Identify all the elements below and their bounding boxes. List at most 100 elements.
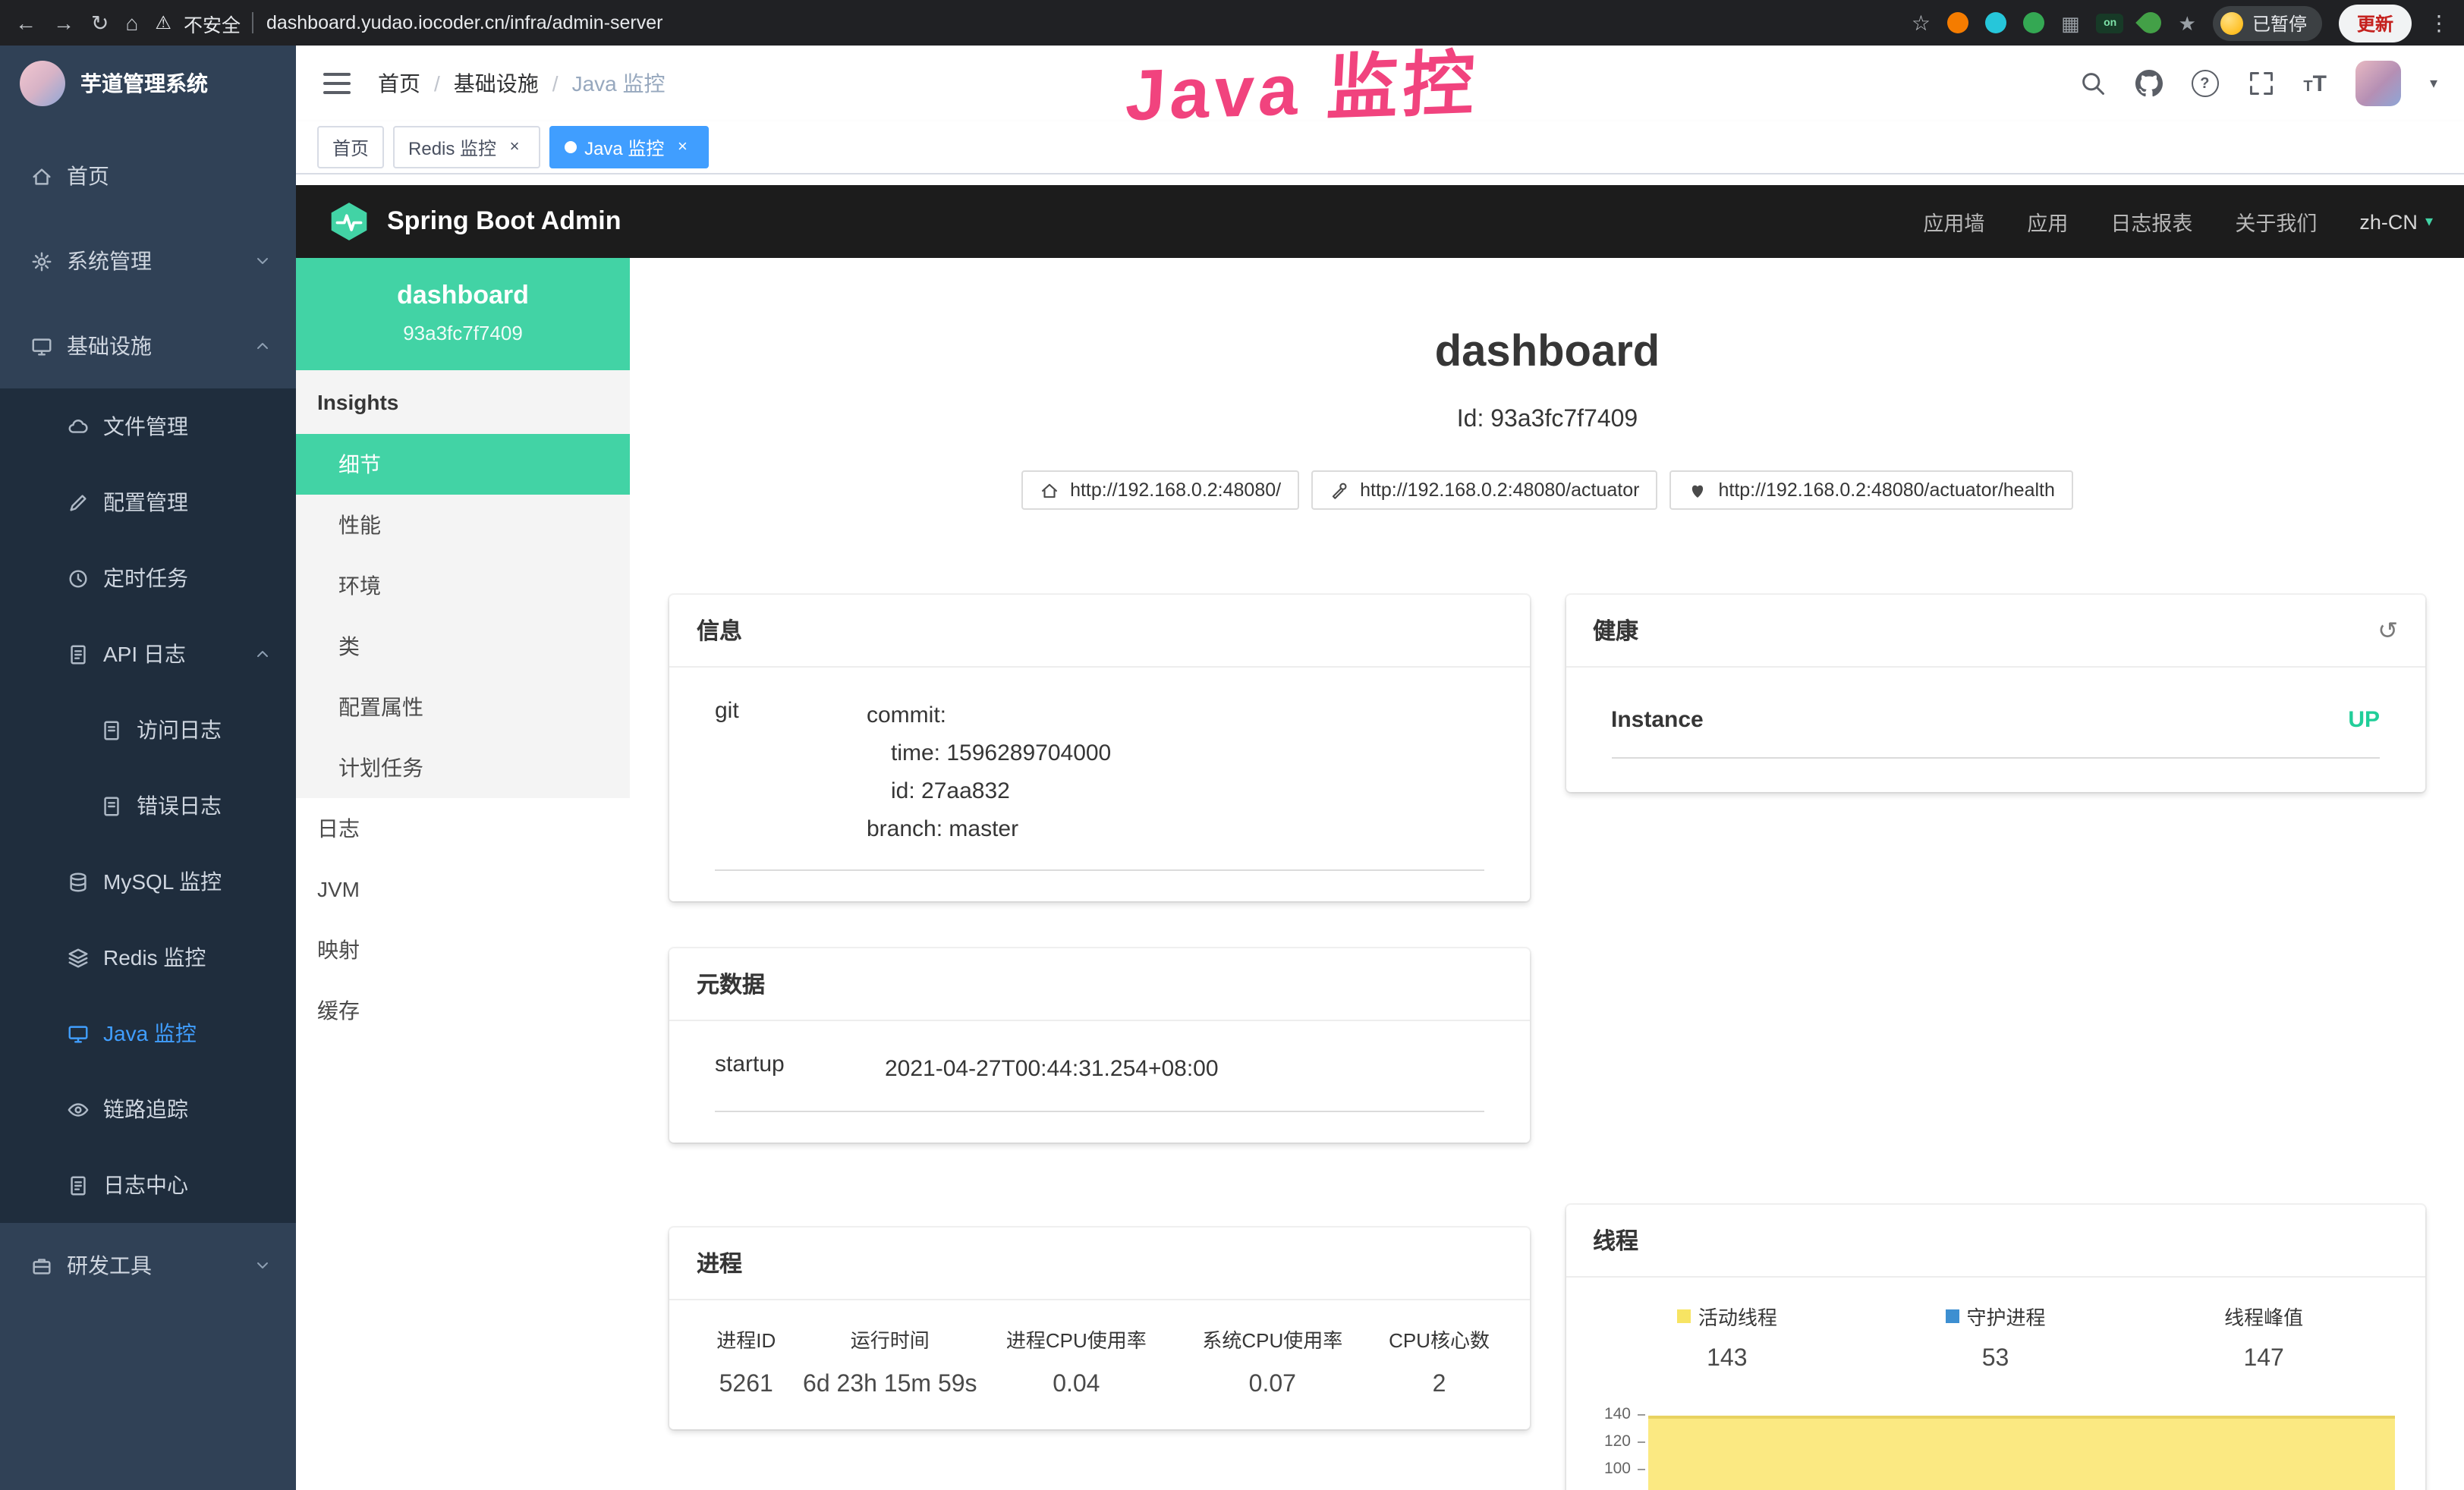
- breadcrumb-infra[interactable]: 基础设施: [454, 68, 539, 99]
- legend-live-threads: 活动线程: [1593, 1303, 1861, 1331]
- forward-icon[interactable]: →: [53, 12, 74, 33]
- fullscreen-icon[interactable]: [2247, 70, 2274, 97]
- metadata-card-title: 元数据: [697, 969, 765, 1001]
- sidebar-item-label: 链路追踪: [103, 1094, 188, 1124]
- sidebar-item-access-logs[interactable]: 访问日志: [0, 692, 296, 768]
- sidebar-item-error-logs[interactable]: 错误日志: [0, 768, 296, 844]
- sba-item-details[interactable]: 细节: [296, 434, 630, 495]
- locale-selector[interactable]: zh-CN ▾: [2359, 210, 2433, 233]
- sba-navbar: Spring Boot Admin 应用墙 应用 日志报表 关于我们 zh-CN…: [296, 185, 2464, 258]
- extension-icon-2[interactable]: [1985, 12, 2006, 33]
- tag-java-monitor[interactable]: Java 监控 ×: [549, 126, 708, 168]
- sidebar-item-label: 错误日志: [137, 791, 222, 821]
- security-label[interactable]: 不安全: [184, 8, 241, 37]
- sidebar-item-redis-monitor[interactable]: Redis 监控: [0, 919, 296, 995]
- paused-label: 已暂停: [2252, 10, 2307, 36]
- extension-grid-icon[interactable]: ▦: [2061, 13, 2080, 33]
- font-size-icon[interactable]: TT: [2303, 71, 2327, 96]
- home-icon: [30, 165, 53, 187]
- browser-home-icon[interactable]: ⌂: [125, 12, 138, 33]
- reload-icon[interactable]: ↻: [91, 12, 109, 33]
- chevron-down-icon: [253, 252, 272, 270]
- profile-sync-paused-chip[interactable]: 已暂停: [2213, 5, 2322, 40]
- sba-nav-about[interactable]: 关于我们: [2235, 206, 2317, 237]
- extension-star-icon[interactable]: ★: [2179, 13, 2196, 33]
- page-title: dashboard: [669, 328, 2425, 378]
- sba-item-logs[interactable]: 日志: [296, 798, 630, 859]
- metadata-value: 2021-04-27T00:44:31.254+08:00: [885, 1052, 1219, 1090]
- breadcrumb-home[interactable]: 首页: [378, 68, 420, 99]
- sba-brand[interactable]: Spring Boot Admin: [387, 206, 622, 237]
- sidebar-item-label: 研发工具: [67, 1250, 152, 1281]
- layers-icon: [67, 946, 90, 969]
- sidebar-item-config-management[interactable]: 配置管理: [0, 464, 296, 540]
- health-url-link[interactable]: http://192.168.0.2:48080/actuator/health: [1669, 471, 2072, 511]
- sba-nav-applications[interactable]: 应用: [2027, 206, 2068, 237]
- search-icon[interactable]: [2079, 70, 2106, 97]
- heart-icon: [1688, 481, 1707, 501]
- sidebar-item-home[interactable]: 首页: [0, 134, 296, 218]
- tag-home[interactable]: 首页: [317, 126, 384, 168]
- extension-icon-3[interactable]: [2023, 12, 2044, 33]
- sba-item-classes[interactable]: 类: [296, 616, 630, 677]
- history-icon[interactable]: ↺: [2377, 616, 2398, 646]
- process-card: 进程 进程ID 运行时间 进程CPU使用率 系统CPU使用率 CPU核心数: [669, 1228, 1529, 1429]
- legend-swatch-blue: [1945, 1310, 1959, 1324]
- sba-item-config-props[interactable]: 配置属性: [296, 677, 630, 737]
- service-url-link[interactable]: http://192.168.0.2:48080/: [1021, 471, 1299, 511]
- bookmark-star-icon[interactable]: ☆: [1912, 12, 1931, 33]
- sidebar-item-api-logs[interactable]: API 日志: [0, 616, 296, 692]
- sidebar-item-label: 配置管理: [103, 487, 188, 517]
- avatar-caret-icon[interactable]: ▾: [2430, 75, 2437, 92]
- info-key: git: [715, 699, 867, 849]
- sba-instance-card[interactable]: dashboard 93a3fc7f7409: [296, 258, 630, 370]
- home-icon: [1040, 481, 1059, 501]
- github-icon[interactable]: [2135, 70, 2162, 97]
- tag-redis-monitor[interactable]: Redis 监控 ×: [393, 126, 540, 168]
- sidebar-item-mysql-monitor[interactable]: MySQL 监控: [0, 844, 296, 919]
- browser-update-button[interactable]: 更新: [2339, 4, 2412, 42]
- user-avatar[interactable]: [2355, 61, 2401, 106]
- sba-item-environment[interactable]: 环境: [296, 555, 630, 616]
- info-card-title: 信息: [697, 615, 742, 647]
- sba-nav-journal[interactable]: 日志报表: [2110, 206, 2192, 237]
- link-label: http://192.168.0.2:48080/actuator: [1360, 480, 1639, 501]
- health-instance-row[interactable]: Instance UP: [1611, 708, 2380, 759]
- address-bar[interactable]: ⚠ 不安全 dashboard.yudao.iocoder.cn/infra/a…: [155, 8, 1895, 37]
- sidebar-item-system[interactable]: 系统管理: [0, 218, 296, 303]
- tag-close-icon[interactable]: ×: [504, 137, 525, 158]
- sidebar-item-tracing[interactable]: 链路追踪: [0, 1071, 296, 1147]
- sidebar-item-log-center[interactable]: 日志中心: [0, 1147, 296, 1223]
- gear-icon: [30, 250, 53, 272]
- extension-leaf-icon[interactable]: [2136, 8, 2167, 38]
- chevron-up-icon: [253, 337, 272, 355]
- sba-item-caches[interactable]: 缓存: [296, 980, 630, 1041]
- link-label: http://192.168.0.2:48080/: [1070, 480, 1281, 501]
- sidebar-item-scheduled-tasks[interactable]: 定时任务: [0, 540, 296, 616]
- hamburger-menu-icon[interactable]: [323, 73, 351, 94]
- sba-nav-wallboard[interactable]: 应用墙: [1923, 206, 1984, 237]
- sidebar-item-file-management[interactable]: 文件管理: [0, 388, 296, 464]
- actuator-url-link[interactable]: http://192.168.0.2:48080/actuator: [1311, 471, 1657, 511]
- sba-item-metrics[interactable]: 性能: [296, 495, 630, 555]
- sba-sidebar: dashboard 93a3fc7f7409 Insights 细节 性能 环境…: [296, 258, 630, 1490]
- screenshot-root: ← → ↻ ⌂ ⚠ 不安全 dashboard.yudao.iocoder.cn…: [0, 0, 2464, 1490]
- sidebar-item-java-monitor[interactable]: Java 监控: [0, 995, 296, 1071]
- info-value: commit: time: 1596289704000 id: 27aa832 …: [867, 699, 1111, 849]
- sba-item-jvm[interactable]: JVM: [296, 859, 630, 919]
- sba-item-scheduled[interactable]: 计划任务: [296, 737, 630, 798]
- sidebar-item-dev-tools[interactable]: 研发工具: [0, 1223, 296, 1308]
- extension-icon-1[interactable]: [1947, 12, 1968, 33]
- tag-close-icon[interactable]: ×: [672, 137, 693, 158]
- app-logo-row[interactable]: 芋道管理系统: [0, 46, 296, 121]
- threads-legend: 活动线程 守护进程 线程峰值: [1593, 1303, 2398, 1374]
- help-icon[interactable]: ?: [2191, 70, 2218, 97]
- extension-on-badge[interactable]: on: [2097, 13, 2124, 33]
- process-col-header: 系统CPU使用率: [1175, 1325, 1371, 1353]
- sba-item-mappings[interactable]: 映射: [296, 919, 630, 980]
- app-logo-avatar: [20, 61, 65, 106]
- sidebar-item-label: 基础设施: [67, 331, 152, 361]
- browser-menu-icon[interactable]: ⋮: [2428, 12, 2450, 33]
- sidebar-item-infra[interactable]: 基础设施: [0, 303, 296, 388]
- back-icon[interactable]: ←: [15, 12, 36, 33]
